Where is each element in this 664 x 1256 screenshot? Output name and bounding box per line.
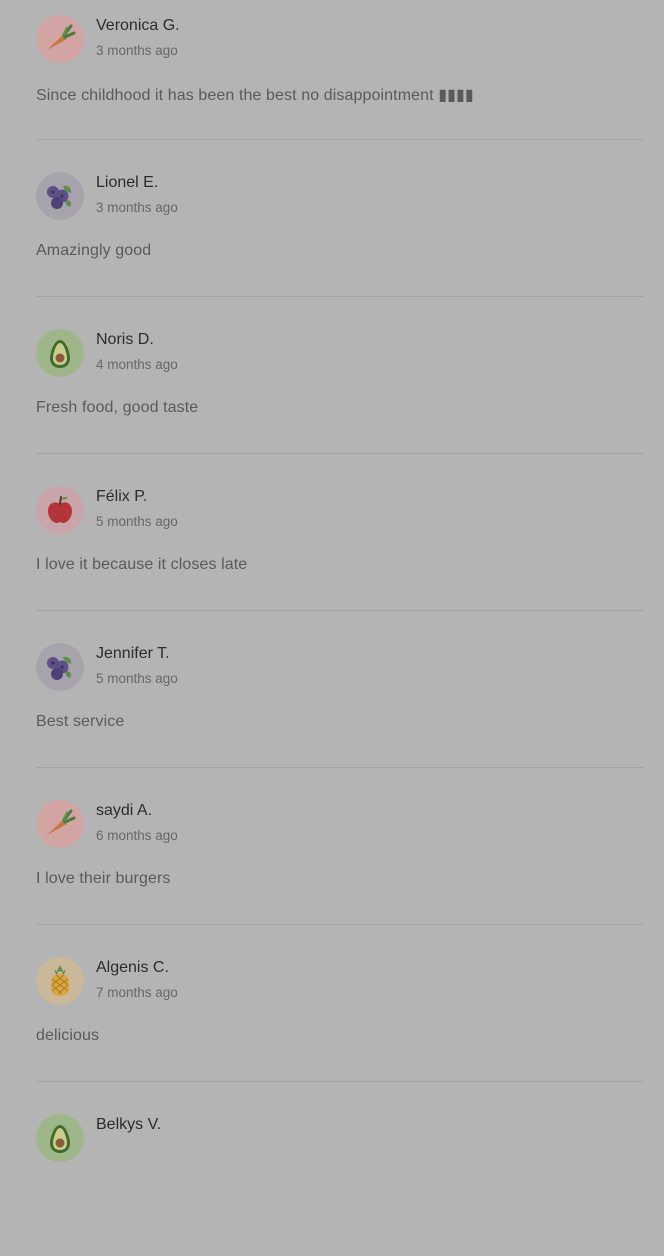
review-item: saydi A. 6 months ago I love their burge… <box>36 785 644 942</box>
review-time: 7 months ago <box>96 985 178 1000</box>
divider <box>36 139 644 140</box>
reviewer-name: saydi A. <box>96 802 153 819</box>
blueberry-icon <box>36 172 84 220</box>
divider <box>36 453 644 454</box>
review-text: I love it because it closes late <box>36 556 248 573</box>
review-time: 5 months ago <box>96 514 178 529</box>
review-item: Noris D. 4 months ago Fresh food, good t… <box>36 314 644 471</box>
review-text: Since childhood it has been the best no … <box>36 87 474 104</box>
avocado-icon <box>36 329 84 377</box>
review-text: Amazingly good <box>36 242 152 259</box>
avatar <box>36 486 84 534</box>
divider <box>36 610 644 611</box>
review-item: Belkys V. <box>36 1099 644 1256</box>
apple-icon <box>36 486 84 534</box>
review-time: 4 months ago <box>96 357 178 372</box>
divider <box>36 1081 644 1082</box>
avatar <box>36 957 84 1005</box>
review-time: 6 months ago <box>96 828 178 843</box>
review-text: Best service <box>36 713 125 730</box>
review-time: 3 months ago <box>96 43 178 58</box>
review-item: Algenis C. 7 months ago delicious <box>36 942 644 1099</box>
review-item: Lionel E. 3 months ago Amazingly good <box>36 157 644 314</box>
reviewer-name: Lionel E. <box>96 174 159 191</box>
review-item: Félix P. 5 months ago I love it because … <box>36 471 644 628</box>
review-text: Fresh food, good taste <box>36 399 199 416</box>
divider <box>36 767 644 768</box>
reviewer-name: Belkys V. <box>96 1116 162 1133</box>
avatar <box>36 643 84 691</box>
reviewer-name: Noris D. <box>96 331 154 348</box>
carrot-icon <box>36 15 84 63</box>
divider <box>36 924 644 925</box>
pineapple-icon <box>36 957 84 1005</box>
review-item: Jennifer T. 5 months ago Best service <box>36 628 644 785</box>
divider <box>36 296 644 297</box>
carrot-icon <box>36 800 84 848</box>
review-time: 3 months ago <box>96 200 178 215</box>
avatar <box>36 15 84 63</box>
review-text: delicious <box>36 1027 100 1044</box>
reviewer-name: Algenis C. <box>96 959 169 976</box>
review-item: Veronica G. 3 months ago Since childhood… <box>36 0 644 157</box>
avocado-icon <box>36 1114 84 1162</box>
reviewer-name: Veronica G. <box>96 17 180 34</box>
review-time: 5 months ago <box>96 671 178 686</box>
avatar <box>36 800 84 848</box>
reviewer-name: Jennifer T. <box>96 645 170 662</box>
avatar <box>36 329 84 377</box>
blueberry-icon <box>36 643 84 691</box>
avatar <box>36 1114 84 1162</box>
reviewer-name: Félix P. <box>96 488 148 505</box>
review-text: I love their burgers <box>36 870 171 887</box>
avatar <box>36 172 84 220</box>
